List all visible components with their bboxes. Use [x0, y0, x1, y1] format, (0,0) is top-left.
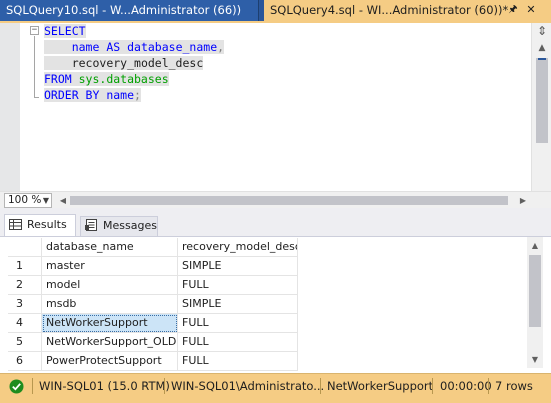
row-number[interactable]: 4	[8, 314, 42, 333]
table-cell[interactable]: SIMPLE	[178, 295, 298, 314]
table-cell[interactable]: FULL	[178, 333, 298, 352]
tab-results[interactable]: Results	[4, 214, 76, 236]
column-header-recovery-model-desc[interactable]: recovery_model_desc	[178, 238, 298, 257]
tab-sqlquery10[interactable]: SQLQuery10.sql - W...Administrator (66))	[0, 0, 259, 21]
table-cell[interactable]: NetWorkerSupport_OLD	[42, 333, 178, 352]
scroll-down-arrow-icon[interactable]: ▼	[528, 353, 542, 367]
column-header-database-name[interactable]: database_name	[42, 238, 178, 257]
table-cell[interactable]: master	[42, 257, 178, 276]
keyword-select: SELECT	[44, 24, 86, 38]
table-cell[interactable]: model	[42, 276, 178, 295]
scroll-up-arrow-icon[interactable]: ▲	[528, 239, 542, 253]
split-window-icon[interactable]: ⇕	[535, 24, 549, 38]
query-status-bar: WIN-SQL01 (15.0 RTM) WIN-SQL01\Administr…	[0, 373, 551, 398]
keyword-from: FROM	[44, 72, 79, 86]
code-line-2: name AS database_name,	[44, 39, 225, 55]
scroll-up-arrow-icon[interactable]: ▲	[535, 41, 549, 55]
editor-selection-margin[interactable]	[0, 23, 20, 191]
messages-icon	[85, 219, 97, 231]
identifier-name: name	[71, 40, 100, 54]
status-divider	[488, 378, 489, 394]
row-number[interactable]: 3	[8, 295, 42, 314]
identifier-name: name	[106, 88, 135, 102]
editor-change-indicator	[20, 23, 26, 191]
identifier-sys-databases: sys.databases	[78, 72, 169, 86]
code-line-5: ORDER BY name;	[44, 87, 224, 103]
semicolon: ;	[134, 88, 141, 102]
tab-messages[interactable]: Messages	[80, 216, 158, 236]
window-bottom-edge	[0, 398, 551, 403]
query-editor[interactable]: − SELECT name AS database_name, recovery…	[0, 23, 551, 191]
code-text[interactable]: SELECT name AS database_name, recovery_m…	[44, 23, 225, 103]
horizontal-scroll-thumb[interactable]	[70, 196, 508, 205]
code-line-3: recovery_model_desc	[44, 55, 224, 71]
status-divider	[320, 378, 321, 394]
table-cell[interactable]: FULL	[178, 276, 298, 295]
outline-end	[34, 97, 39, 98]
collapse-icon[interactable]: −	[30, 26, 39, 35]
outline-line	[34, 36, 35, 98]
status-row-count: 7 rows	[495, 379, 533, 393]
status-database: NetWorkerSupport	[327, 379, 434, 393]
table-cell[interactable]: FULL	[178, 352, 298, 371]
table-cell[interactable]: FULL	[178, 314, 298, 333]
status-elapsed-time: 00:00:00	[440, 379, 492, 393]
row-number[interactable]: 2	[8, 276, 42, 295]
editor-horizontal-scrollbar[interactable]	[70, 196, 510, 205]
editor-zoom-bar: 100 % ▼ ◀ ▶	[0, 191, 551, 208]
tab-sqlquery4-label: SQLQuery4.sql - WI...Administrator (60))…	[270, 3, 509, 17]
keyword-as: AS	[99, 40, 128, 54]
comma: ,	[217, 40, 225, 54]
selected-table-cell[interactable]: NetWorkerSupport	[42, 314, 178, 333]
document-tab-strip: SQLQuery10.sql - W...Administrator (66))…	[0, 0, 551, 21]
tab-results-label: Results	[27, 218, 67, 231]
status-divider	[432, 378, 433, 394]
table-cell[interactable]: PowerProtectSupport	[42, 352, 178, 371]
results-grid-pane: database_name recovery_model_desc 1 mast…	[0, 236, 551, 371]
row-number[interactable]: 6	[8, 352, 42, 371]
chevron-down-icon[interactable]: ▼	[41, 194, 51, 207]
scroll-left-arrow-icon[interactable]: ◀	[56, 193, 70, 208]
grid-icon	[9, 219, 22, 230]
status-divider	[32, 378, 33, 394]
row-number[interactable]: 1	[8, 257, 42, 276]
table-cell[interactable]: msdb	[42, 295, 178, 314]
results-tab-strip: Results Messages	[0, 208, 551, 236]
grid-vertical-scrollbar[interactable]: ▲ ▼	[527, 237, 543, 368]
caret-position-marker	[538, 58, 546, 60]
code-line-4: FROM sys.databases	[44, 71, 224, 87]
identifier-recovery-model-desc: recovery_model_desc	[71, 56, 204, 70]
tab-messages-label: Messages	[103, 219, 157, 232]
pin-icon[interactable]: 🖈	[506, 0, 520, 21]
close-icon[interactable]: ✕	[524, 0, 538, 21]
zoom-value: 100 %	[8, 194, 42, 206]
editor-scroll-thumb[interactable]	[536, 58, 548, 143]
table-cell[interactable]: SIMPLE	[178, 257, 298, 276]
status-divider	[164, 378, 165, 394]
scroll-right-arrow-icon[interactable]: ▶	[516, 193, 530, 208]
row-number[interactable]: 5	[8, 333, 42, 352]
identifier-database-name: database_name	[127, 40, 218, 54]
code-line-1: SELECT	[44, 23, 224, 39]
status-server: WIN-SQL01 (15.0 RTM)	[39, 379, 170, 393]
keyword-order-by: ORDER BY	[44, 88, 107, 102]
editor-vertical-scrollbar[interactable]: ⇕ ▲	[531, 23, 551, 191]
zoom-dropdown[interactable]: 100 % ▼	[4, 193, 52, 208]
grid-corner-cell[interactable]	[8, 238, 42, 257]
check-circle-icon	[9, 379, 24, 394]
status-login: WIN-SQL01\Administrato...	[171, 379, 325, 393]
grid-scroll-thumb[interactable]	[529, 255, 541, 327]
